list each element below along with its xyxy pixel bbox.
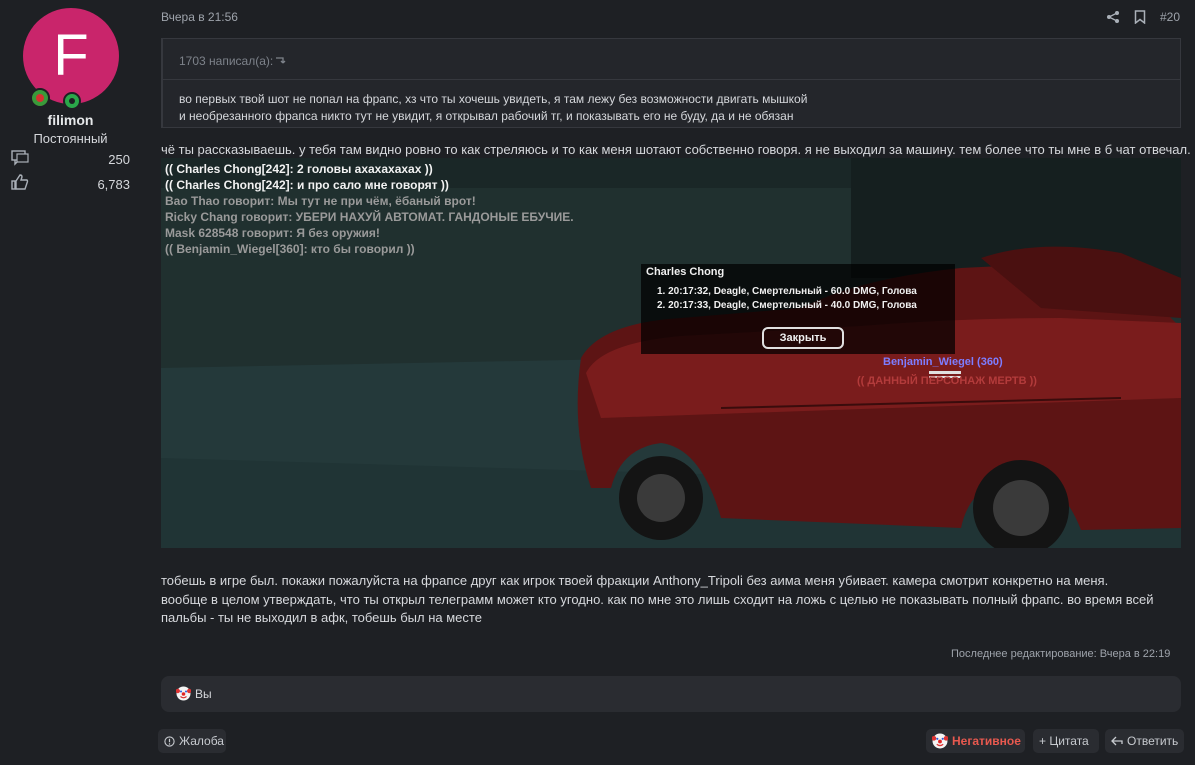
reply-label: Ответить xyxy=(1127,734,1179,748)
quote-label: + Цитата xyxy=(1039,734,1089,748)
game-damage-dialog: Charles Chong 1. 20:17:32, Deagle, Смерт… xyxy=(641,264,955,354)
post-body-line: вообще в целом утверждать, что ты открыл… xyxy=(161,592,1154,607)
dialog-line: 1. 20:17:32, Deagle, Смертельный - 60.0 … xyxy=(657,286,917,297)
clown-emoji-icon xyxy=(932,733,948,749)
thumbs-up-icon xyxy=(11,174,29,190)
quote-line: и необрезанного фрапса никто тут не увид… xyxy=(179,109,794,123)
post-date[interactable]: Вчера в 21:56 xyxy=(161,10,238,24)
negative-label: Негативное xyxy=(952,734,1021,748)
dialog-close-button: Закрыть xyxy=(762,327,844,349)
share-icon[interactable] xyxy=(1106,10,1120,24)
game-screenshot[interactable]: (( Charles Chong[242]: 2 головы ахахахах… xyxy=(161,158,1181,548)
player-nametag: Benjamin_Wiegel (360) xyxy=(883,356,1003,368)
dialog-line: 2. 20:17:33, Deagle, Смертельный - 40.0 … xyxy=(657,300,917,311)
messages-icon xyxy=(11,150,29,166)
user-title: Постоянный xyxy=(33,131,108,146)
quote-author[interactable]: 1703 написал(а): xyxy=(179,54,273,68)
chat-line: Ricky Chang говорит: УБЕРИ НАХУЙ АВТОМАТ… xyxy=(165,210,574,224)
post-intro-text: чё ты рассказываешь. у тебя там видно ро… xyxy=(161,142,1191,157)
chat-line: Mask 628548 говорит: Я без оружия! xyxy=(165,226,380,240)
chat-line: (( Benjamin_Wiegel[360]: кто бы говорил … xyxy=(165,242,415,256)
report-icon xyxy=(164,735,175,747)
dialog-title: Charles Chong xyxy=(646,266,725,278)
jump-to-quote-icon[interactable] xyxy=(274,53,286,65)
bookmark-icon[interactable] xyxy=(1134,10,1146,24)
reactions-bar[interactable]: Вы xyxy=(161,676,1181,712)
messages-count: 250 xyxy=(108,152,130,167)
chat-line: (( Charles Chong[242]: 2 головы ахахахах… xyxy=(165,162,433,176)
chat-line: Bao Thao говорит: Мы тут не при чём, ёба… xyxy=(165,194,476,208)
dead-label: (( ДАННЫЙ ПЕРСОНАЖ МЕРТВ )) xyxy=(857,375,1037,387)
health-bar xyxy=(929,371,961,374)
report-label: Жалоба xyxy=(179,734,224,748)
chat-line: (( Charles Chong[242]: и про сало мне го… xyxy=(165,178,449,192)
online-status-icon xyxy=(63,92,81,110)
post-body-line: пальбы - ты не выходил в афк, тобешь был… xyxy=(161,610,482,625)
quote-line: во первых твой шот не попал на фрапс, хз… xyxy=(179,92,808,106)
username[interactable]: filimon xyxy=(0,112,141,128)
reply-button[interactable]: Ответить xyxy=(1105,729,1184,753)
reactions-text[interactable]: Вы xyxy=(195,687,212,701)
post-body-line: тобешь в игре был. покажи пожалуйста на … xyxy=(161,573,1109,588)
last-edit-note: Последнее редактирование: Вчера в 22:19 xyxy=(951,648,1171,660)
reactions-count: 6,783 xyxy=(97,177,130,192)
post-number[interactable]: #20 xyxy=(1160,10,1180,24)
quote-block: 1703 написал(а): во первых твой шот не п… xyxy=(161,38,1181,128)
user-badge-icon xyxy=(30,88,50,108)
report-button[interactable]: Жалоба xyxy=(158,729,226,753)
quote-header: 1703 написал(а): xyxy=(163,39,1180,80)
quote-button[interactable]: + Цитата xyxy=(1033,729,1099,753)
clown-emoji-icon xyxy=(176,686,191,701)
reply-icon xyxy=(1111,736,1123,746)
negative-reaction-button[interactable]: Негативное xyxy=(926,729,1025,753)
